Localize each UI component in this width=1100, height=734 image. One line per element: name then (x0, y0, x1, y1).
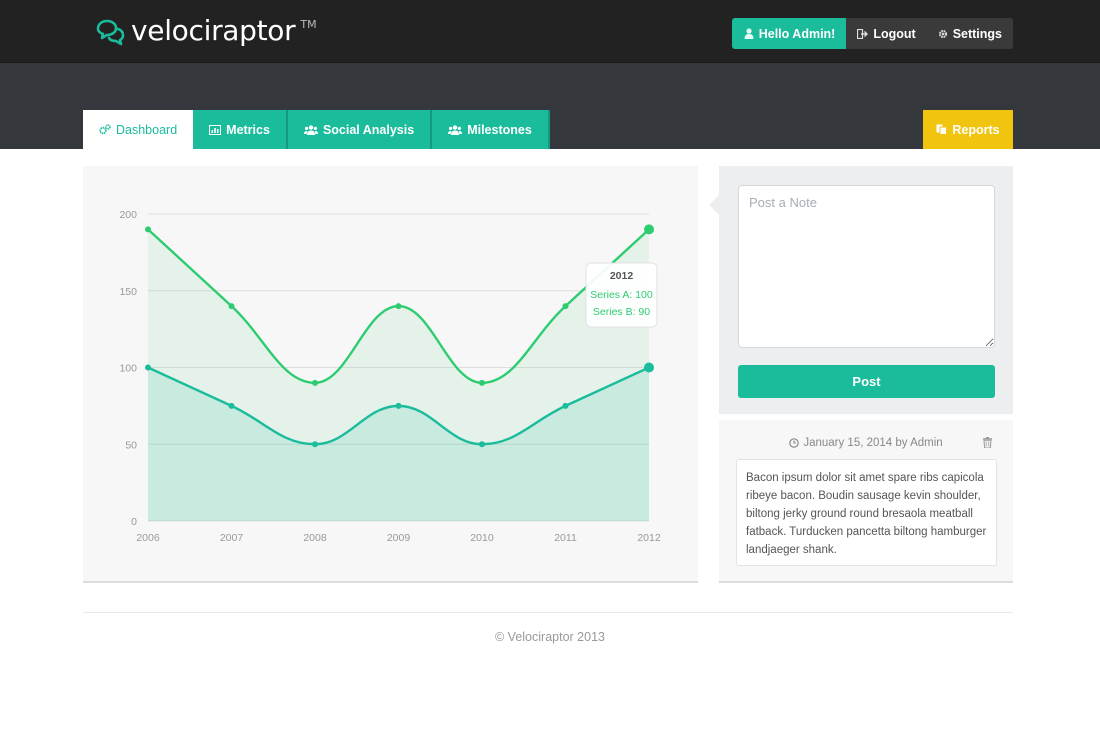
tooltip-title: 2012 (610, 270, 634, 282)
data-point (145, 364, 151, 371)
brand[interactable]: velociraptor TM (95, 14, 317, 48)
data-point (395, 303, 402, 310)
y-tick-label: 150 (119, 286, 137, 298)
logout-label: Logout (873, 26, 916, 41)
sign-out-icon (857, 28, 869, 39)
data-point (479, 441, 485, 448)
x-tick-label: 2009 (387, 532, 411, 544)
data-point (562, 402, 569, 409)
x-tick-label: 2012 (637, 532, 661, 544)
x-tick-label: 2011 (554, 532, 577, 544)
x-tick-label: 2007 (220, 532, 244, 544)
users-icon (448, 124, 463, 135)
clock-icon (789, 438, 800, 448)
x-tick-label: 2010 (470, 532, 494, 544)
data-point (228, 402, 235, 409)
logout-button[interactable]: Logout (846, 18, 926, 49)
data-point (479, 379, 485, 386)
brand-name: velociraptor (131, 14, 296, 47)
note-meta: January 15, 2014 by Admin (719, 437, 1013, 449)
data-point (644, 362, 654, 373)
note-pointer (709, 195, 719, 215)
data-point (312, 441, 318, 448)
tab-milestones-label: Milestones (467, 122, 532, 137)
data-point (228, 303, 235, 310)
tab-metrics-label: Metrics (226, 122, 270, 137)
tooltip-series-b: Series B: 90 (593, 306, 650, 318)
gear-icon (938, 29, 947, 38)
main-tabs: Dashboard Metrics Social Analysis Milest… (83, 110, 550, 149)
post-note-textarea[interactable] (738, 185, 995, 348)
top-navbar: velociraptor TM Hello Admin! Logout Sett… (0, 0, 1100, 63)
y-tick-label: 200 (119, 209, 137, 221)
trademark-mark: TM (300, 18, 317, 31)
data-point (145, 226, 151, 233)
footer-copyright: © Velociraptor 2013 (495, 630, 605, 644)
tab-dashboard[interactable]: Dashboard (83, 110, 194, 149)
tab-social-analysis-label: Social Analysis (322, 122, 415, 137)
trash-icon[interactable] (983, 437, 992, 448)
tab-metrics[interactable]: Metrics (193, 110, 288, 149)
hello-admin-button[interactable]: Hello Admin! (731, 18, 847, 49)
tab-milestones[interactable]: Milestones (432, 110, 550, 149)
chat-bubbles-icon (96, 19, 125, 46)
tab-reports[interactable]: Reports (923, 110, 1013, 149)
tab-dashboard-label: Dashboard (116, 122, 178, 137)
reports-icon (936, 124, 948, 135)
note-feed-panel: January 15, 2014 by Admin Bacon ipsum do… (719, 420, 1013, 583)
y-tick-label: 100 (119, 363, 137, 375)
hello-admin-label: Hello Admin! (758, 26, 836, 41)
data-point (562, 303, 569, 310)
user-icon (744, 28, 754, 39)
note-meta-text: January 15, 2014 by Admin (803, 437, 943, 449)
x-tick-label: 2008 (303, 532, 327, 544)
post-button[interactable]: Post (738, 365, 995, 398)
users-icon (303, 124, 318, 135)
y-tick-label: 50 (125, 439, 137, 451)
x-tick-label: 2006 (136, 532, 160, 544)
chart-panel: 0 50 100 150 200 2006 2007 2008 2009 2010 2011 2012… (83, 166, 698, 583)
footer-divider (83, 612, 1013, 613)
post-note-panel: Post (719, 166, 1013, 414)
data-point (644, 224, 654, 235)
tab-reports-label: Reports (952, 122, 1000, 137)
tab-social-analysis[interactable]: Social Analysis (287, 110, 433, 149)
settings-label: Settings (952, 26, 1002, 41)
data-point (312, 379, 318, 386)
cogs-icon (99, 124, 111, 135)
user-menu: Hello Admin! Logout Settings (731, 18, 1013, 49)
tooltip-series-a: Series A: 100 (590, 289, 653, 301)
area-chart: 0 50 100 150 200 2006 2007 2008 2009 2010 2011 2012… (119, 209, 661, 544)
note-body: Bacon ipsum dolor sit amet spare ribs ca… (736, 459, 997, 566)
bar-chart-icon (209, 124, 222, 135)
settings-button[interactable]: Settings (927, 18, 1013, 49)
data-point (395, 402, 402, 409)
y-tick-label: 0 (131, 516, 137, 528)
